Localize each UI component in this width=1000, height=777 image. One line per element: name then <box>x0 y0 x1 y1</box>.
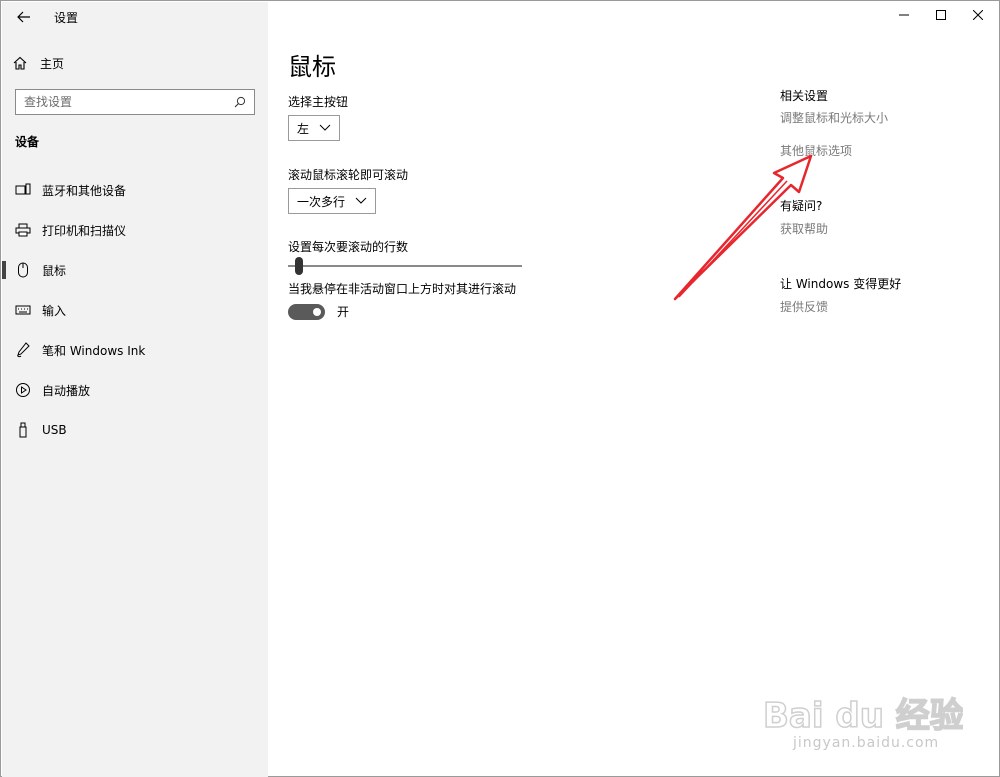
back-arrow-icon <box>17 11 30 23</box>
pen-icon <box>14 341 32 359</box>
mouse-icon <box>14 261 32 279</box>
sidebar-item-bluetooth[interactable]: 蓝牙和其他设备 <box>2 170 268 210</box>
sidebar-item-label: 打印机和扫描仪 <box>42 223 127 238</box>
search-icon[interactable] <box>234 96 246 108</box>
sidebar-item-pen[interactable]: 笔和 Windows Ink <box>2 330 268 370</box>
search-box[interactable] <box>15 89 255 115</box>
settings-window: 设置 主页 设备 蓝牙和其他设备 <box>0 0 1000 777</box>
feedback-heading: 让 Windows 变得更好 <box>780 277 902 291</box>
inactive-scroll-toggle[interactable] <box>288 303 325 320</box>
link-pointer-size[interactable]: 调整鼠标和光标大小 <box>780 109 888 126</box>
sidebar-item-autoplay[interactable]: 自动播放 <box>2 370 268 410</box>
sidebar-item-mouse[interactable]: 鼠标 <box>2 250 268 290</box>
scroll-mode-dropdown[interactable]: 一次多行 <box>288 188 377 214</box>
primary-button-dropdown[interactable]: 左 <box>288 115 341 141</box>
dropdown-value: 左 <box>297 121 310 136</box>
slider-thumb[interactable] <box>294 257 303 275</box>
app-title: 设置 <box>54 11 79 25</box>
lines-slider[interactable] <box>288 256 522 276</box>
sidebar-nav: 蓝牙和其他设备 打印机和扫描仪 鼠标 输入 笔和 Windows Ink 自动播… <box>2 170 268 450</box>
bluetooth-devices-icon <box>14 181 32 199</box>
search-input[interactable] <box>24 95 234 109</box>
autoplay-icon <box>14 381 32 399</box>
sidebar-item-printers[interactable]: 打印机和扫描仪 <box>2 210 268 250</box>
baidu-paw-logo-icon: Bai du 经验 <box>762 695 964 737</box>
lines-slider-label: 设置每次要滚动的行数 <box>288 240 409 254</box>
usb-icon <box>14 421 32 439</box>
sidebar-item-usb[interactable]: USB <box>2 410 268 450</box>
sidebar-item-label: 主页 <box>40 56 65 71</box>
sidebar-item-label: 自动播放 <box>42 383 91 398</box>
chevron-down-icon <box>319 124 331 131</box>
link-give-feedback[interactable]: 提供反馈 <box>780 298 828 315</box>
watermark-brand: Bai du 经验 <box>763 696 963 736</box>
toggle-knob <box>313 307 321 316</box>
related-heading: 相关设置 <box>780 89 829 103</box>
scroll-mode-label: 滚动鼠标滚轮即可滚动 <box>288 168 409 182</box>
inactive-scroll-row: 开 <box>288 303 349 320</box>
chevron-down-icon <box>355 197 367 204</box>
sidebar-item-home[interactable]: 主页 <box>12 52 64 74</box>
sidebar: 设置 主页 设备 蓝牙和其他设备 <box>2 2 268 777</box>
sidebar-item-label: 输入 <box>42 303 67 318</box>
home-icon <box>13 56 27 70</box>
primary-button-label: 选择主按钮 <box>288 95 349 109</box>
slider-track <box>288 265 522 267</box>
toggle-state-label: 开 <box>337 305 350 319</box>
page-title: 鼠标 <box>288 53 336 81</box>
link-additional-mouse-options[interactable]: 其他鼠标选项 <box>780 142 852 159</box>
sidebar-item-label: 笔和 Windows Ink <box>42 343 146 358</box>
back-button[interactable] <box>10 6 38 28</box>
inactive-scroll-label: 当我悬停在非活动窗口上方时对其进行滚动 <box>288 282 517 296</box>
sidebar-item-label: USB <box>42 423 67 437</box>
help-heading: 有疑问? <box>780 199 823 213</box>
baidu-watermark: Bai du 经验 jingyan.baidu.com <box>762 689 964 769</box>
link-get-help[interactable]: 获取帮助 <box>780 220 828 237</box>
printer-icon <box>14 221 32 239</box>
watermark-url: jingyan.baidu.com <box>793 735 940 751</box>
keyboard-icon <box>14 301 32 319</box>
sidebar-item-label: 鼠标 <box>42 263 67 278</box>
main-content: 鼠标 选择主按钮 左 滚动鼠标滚轮即可滚动 一次多行 设置每次要滚动的行数 当我… <box>268 1 1000 777</box>
section-title: 设备 <box>15 135 40 149</box>
sidebar-item-label: 蓝牙和其他设备 <box>42 183 127 198</box>
sidebar-item-typing[interactable]: 输入 <box>2 290 268 330</box>
dropdown-value: 一次多行 <box>297 194 346 209</box>
